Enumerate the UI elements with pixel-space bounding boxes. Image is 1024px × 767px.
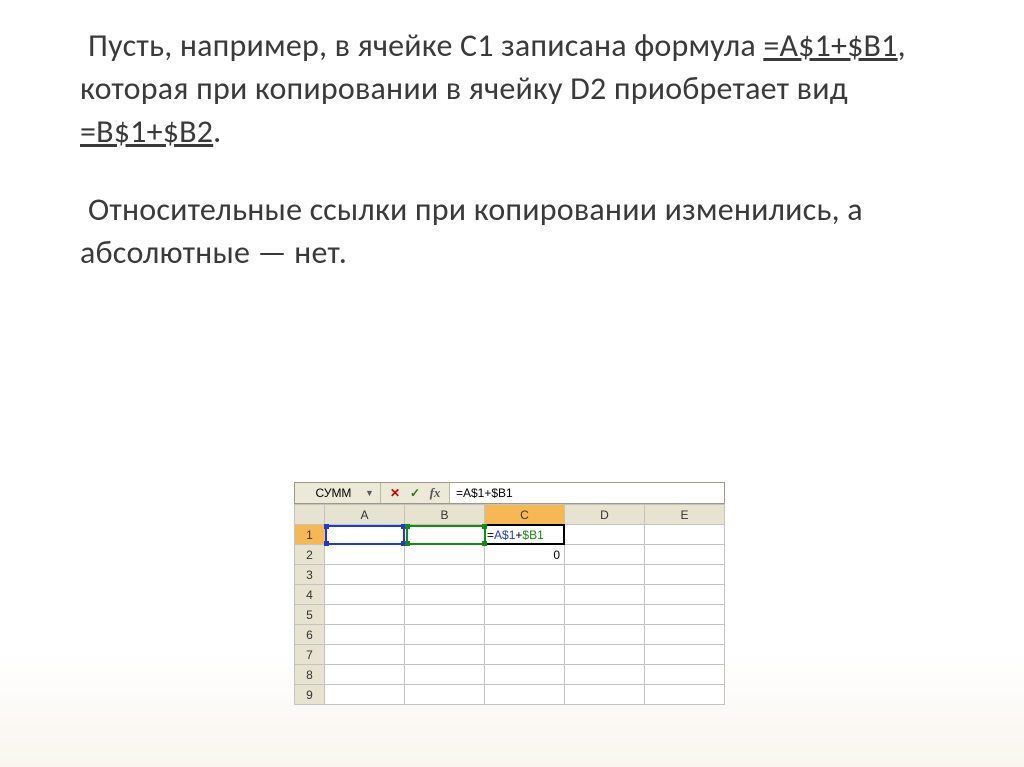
cell-a5[interactable] (325, 605, 405, 625)
cell-e3[interactable] (645, 565, 725, 585)
formula-bar-buttons: ✕ ✓ fx (381, 485, 449, 501)
cell-e7[interactable] (645, 645, 725, 665)
p1-t1: Пусть, например, в ячейке С1 записана фо… (88, 26, 763, 65)
row-header-3[interactable]: 3 (295, 565, 325, 585)
cell-b6[interactable] (405, 625, 485, 645)
cell-e6[interactable] (645, 625, 725, 645)
col-header-c[interactable]: C (485, 505, 565, 525)
cell-b7[interactable] (405, 645, 485, 665)
formula-input[interactable]: =A$1+$B1 (449, 483, 724, 503)
name-box-dropdown-icon[interactable]: ▼ (363, 488, 377, 498)
cell-b5[interactable] (405, 605, 485, 625)
cell-d3[interactable] (565, 565, 645, 585)
col-header-e[interactable]: E (645, 505, 725, 525)
cell-e1[interactable] (645, 525, 725, 545)
cell-d6[interactable] (565, 625, 645, 645)
row-header-6[interactable]: 6 (295, 625, 325, 645)
cell-a7[interactable] (325, 645, 405, 665)
cell-c5[interactable] (485, 605, 565, 625)
row-header-7[interactable]: 7 (295, 645, 325, 665)
cell-a6[interactable] (325, 625, 405, 645)
cell-b8[interactable] (405, 665, 485, 685)
row-header-4[interactable]: 4 (295, 585, 325, 605)
row-header-2[interactable]: 2 (295, 545, 325, 565)
cell-e8[interactable] (645, 665, 725, 685)
c1-tok-a1: A$1 (494, 528, 515, 542)
row-header-5[interactable]: 5 (295, 605, 325, 625)
cell-c3[interactable] (485, 565, 565, 585)
name-box-text: СУММ (299, 486, 359, 500)
fx-icon[interactable]: fx (427, 485, 443, 501)
cell-c9[interactable] (485, 685, 565, 705)
cell-d9[interactable] (565, 685, 645, 705)
cell-d7[interactable] (565, 645, 645, 665)
enter-icon[interactable]: ✓ (407, 485, 423, 501)
paragraph-1: Пусть, например, в ячейке С1 записана фо… (80, 24, 964, 154)
cell-b4[interactable] (405, 585, 485, 605)
name-box[interactable]: СУММ ▼ (295, 483, 381, 503)
cell-b3[interactable] (405, 565, 485, 585)
cell-c2[interactable]: 0 (485, 545, 565, 565)
cell-a9[interactable] (325, 685, 405, 705)
spreadsheet-snippet: СУММ ▼ ✕ ✓ fx =A$1+$B1 A B C D (294, 482, 725, 705)
c1-tok-eq: = (487, 528, 494, 542)
paragraph-2: Относительные ссылки при копировании изм… (80, 188, 964, 274)
cell-b1[interactable] (405, 525, 485, 545)
c1-tok-b1: $B1 (522, 528, 543, 542)
cell-a4[interactable] (325, 585, 405, 605)
cell-b9[interactable] (405, 685, 485, 705)
row-header-8[interactable]: 8 (295, 665, 325, 685)
p1-t3: . (213, 112, 221, 151)
cell-c6[interactable] (485, 625, 565, 645)
col-header-d[interactable]: D (565, 505, 645, 525)
col-header-a[interactable]: A (325, 505, 405, 525)
cell-e9[interactable] (645, 685, 725, 705)
cell-d5[interactable] (565, 605, 645, 625)
cell-a3[interactable] (325, 565, 405, 585)
cell-a1[interactable] (325, 525, 405, 545)
cell-a2[interactable] (325, 545, 405, 565)
cell-c1[interactable]: =A$1+$B1 (485, 525, 565, 545)
cell-b2[interactable] (405, 545, 485, 565)
formula-1: =А$1+$В1 (763, 26, 897, 65)
cell-d2[interactable] (565, 545, 645, 565)
cell-e4[interactable] (645, 585, 725, 605)
spreadsheet-grid[interactable]: A B C D E 1 =A$1+$B1 (294, 504, 725, 705)
cell-c8[interactable] (485, 665, 565, 685)
formula-bar: СУММ ▼ ✕ ✓ fx =A$1+$B1 (294, 482, 725, 504)
cell-a8[interactable] (325, 665, 405, 685)
cell-c7[interactable] (485, 645, 565, 665)
row-header-1[interactable]: 1 (295, 525, 325, 545)
cancel-icon[interactable]: ✕ (387, 485, 403, 501)
cell-e5[interactable] (645, 605, 725, 625)
cell-d8[interactable] (565, 665, 645, 685)
formula-2: =В$1+$В2 (80, 112, 213, 151)
cell-d1[interactable] (565, 525, 645, 545)
cell-c4[interactable] (485, 585, 565, 605)
row-header-9[interactable]: 9 (295, 685, 325, 705)
cell-e2[interactable] (645, 545, 725, 565)
col-header-b[interactable]: B (405, 505, 485, 525)
cell-d4[interactable] (565, 585, 645, 605)
select-all-corner[interactable] (295, 505, 325, 525)
